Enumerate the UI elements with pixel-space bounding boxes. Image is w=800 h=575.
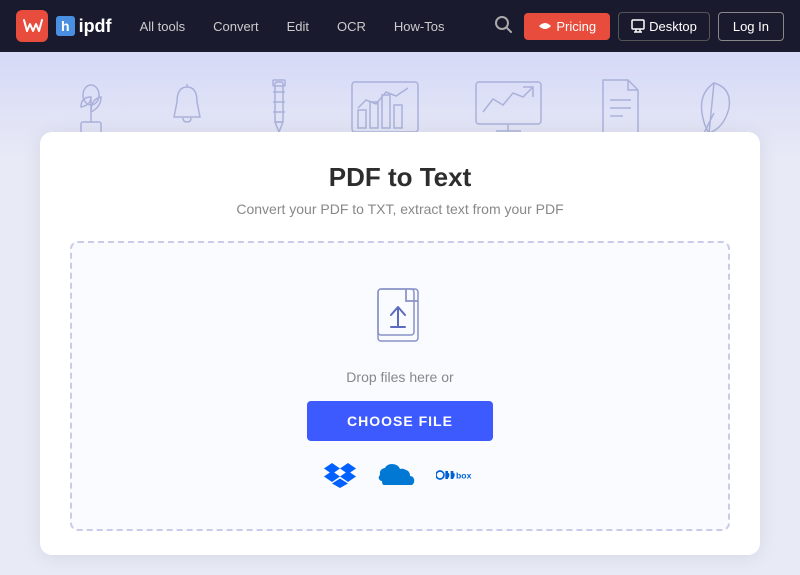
nav-all-tools[interactable]: All tools [128,13,198,40]
drop-text: Drop files here or [92,369,708,385]
upload-card: PDF to Text Convert your PDF to TXT, ext… [40,132,760,555]
page-subtitle: Convert your PDF to TXT, extract text fr… [70,201,730,217]
plant-icon [66,77,116,137]
nav-ocr[interactable]: OCR [325,13,378,40]
dropbox-icon[interactable] [324,461,356,489]
nav-how-tos[interactable]: How-Tos [382,13,457,40]
chart-icon [350,80,420,135]
wondershare-logo [16,10,48,42]
box-icon[interactable]: box [436,465,476,485]
upload-icon [370,283,430,353]
brand: h ipdf [16,10,112,42]
login-button[interactable]: Log In [718,12,784,41]
onedrive-icon[interactable] [376,461,416,489]
nav-edit[interactable]: Edit [275,13,321,40]
drop-zone[interactable]: Drop files here or CHOOSE FILE [70,241,730,531]
main-content: PDF to Text Convert your PDF to TXT, ext… [0,132,800,575]
pricing-label: Pricing [556,19,596,34]
bell-icon [167,82,207,132]
ipdf-text: ipdf [79,16,112,37]
page-title: PDF to Text [70,162,730,193]
pricing-button[interactable]: Pricing [524,13,610,40]
nav-convert[interactable]: Convert [201,13,271,40]
navbar: h ipdf All tools Convert Edit OCR How-To… [0,0,800,52]
feather-icon [694,78,734,136]
search-icon[interactable] [490,11,516,42]
pencil-icon [259,77,299,137]
document-icon [598,78,643,136]
cloud-services: box [92,461,708,489]
hipdf-logo[interactable]: h ipdf [56,16,112,37]
hip-square: h [56,16,75,36]
nav-links: All tools Convert Edit OCR How-Tos [128,13,491,40]
desktop-label: Desktop [649,19,697,34]
ws-text [21,15,43,37]
svg-text:box: box [456,470,472,480]
choose-file-button[interactable]: CHOOSE FILE [307,401,493,441]
monitor-icon [471,77,546,137]
nav-actions: Pricing Desktop Log In [490,11,784,42]
desktop-button[interactable]: Desktop [618,12,710,41]
